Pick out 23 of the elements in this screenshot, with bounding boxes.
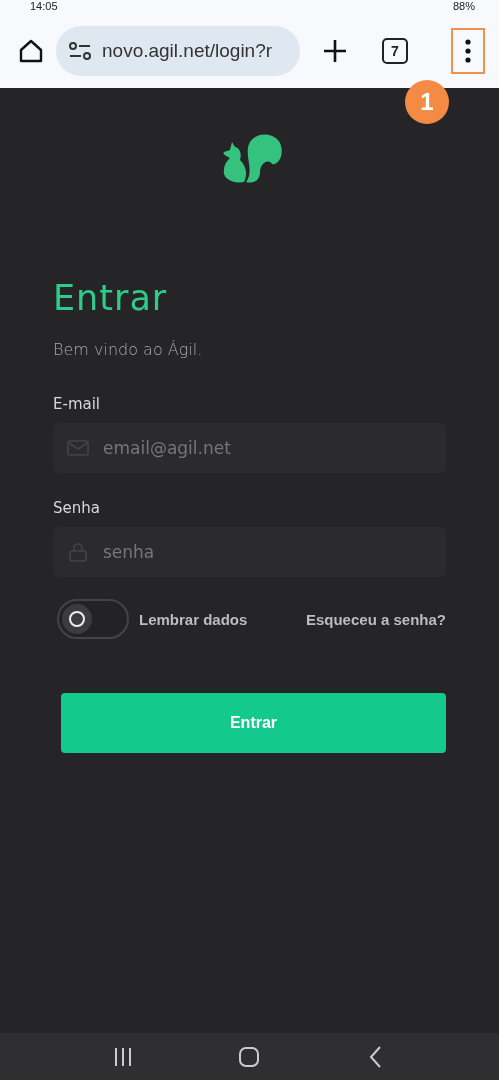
field-label: E-mail — [53, 395, 102, 413]
battery-level: 88% — [452, 0, 475, 14]
site-settings-icon[interactable] — [68, 41, 92, 61]
tab-count-button[interactable]: 7 — [382, 38, 408, 64]
lock-icon — [67, 542, 89, 562]
home-icon[interactable] — [18, 38, 44, 64]
field-label: Senha — [53, 499, 101, 517]
page-title: Entrar — [53, 278, 169, 318]
remember-toggle[interactable] — [57, 599, 129, 639]
step-badge: 1 — [405, 80, 449, 124]
address-bar[interactable]: novo.agil.net/login?r — [56, 26, 300, 76]
password-field[interactable]: senha — [53, 527, 446, 577]
remember-label: Lembrar dados — [139, 610, 248, 628]
status-time: 14:05 — [30, 0, 58, 14]
home-button-icon[interactable] — [237, 1044, 262, 1069]
email-field[interactable]: email@agil.net — [53, 423, 446, 473]
more-vert-icon — [465, 39, 471, 63]
menu-button[interactable] — [451, 28, 485, 74]
new-tab-icon[interactable] — [322, 38, 348, 64]
forgot-password-link[interactable]: Esqueceu a senha? — [305, 610, 446, 628]
welcome-text: Bem vindo ao Ágil. — [53, 340, 204, 359]
envelope-icon — [67, 438, 89, 458]
url-text: novo.agil.net/login?r — [102, 40, 273, 62]
